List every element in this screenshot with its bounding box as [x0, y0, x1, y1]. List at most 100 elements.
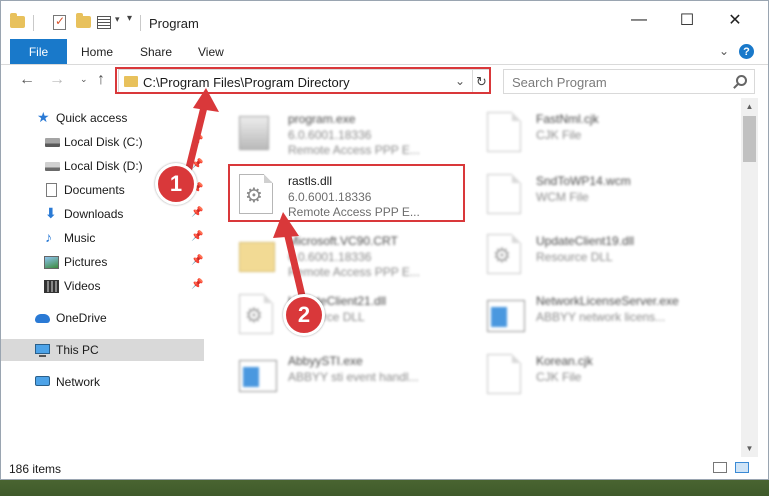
minimize-button[interactable]: — [616, 1, 662, 39]
tab-share[interactable]: Share [140, 45, 172, 59]
file-icon [487, 112, 521, 152]
scroll-up-icon[interactable]: ▲ [741, 98, 758, 115]
scroll-down-icon[interactable]: ▼ [741, 440, 758, 457]
sidebar-item-label: Network [56, 375, 101, 389]
tab-home[interactable]: Home [81, 45, 113, 59]
file-meta: ABBYY sti event handl... [288, 370, 419, 384]
sidebar-item-label: Pictures [64, 255, 108, 269]
search-placeholder[interactable]: Search Program [512, 75, 607, 90]
sidebar-item-pictures[interactable]: Pictures 📌 [1, 251, 204, 273]
sidebar-item-this-pc[interactable]: This PC [1, 339, 204, 361]
sidebar-item-label: Music [64, 231, 96, 245]
details-view-icon[interactable] [713, 462, 727, 473]
file-icon [487, 354, 521, 394]
file-meta: ABBYY network licens... [536, 310, 666, 324]
sidebar-item-label: Downloads [64, 207, 124, 221]
customize-toolbar-icon[interactable]: ▾ [127, 13, 132, 29]
tab-view[interactable]: View [198, 45, 224, 59]
file-name: SndToWP14.wcm [536, 174, 631, 188]
file-name: Korean.cjk [536, 354, 593, 368]
chevron-down-icon[interactable]: ▾ [115, 14, 120, 30]
dll-gear-icon [239, 174, 273, 214]
tiles-view-icon[interactable] [735, 462, 749, 473]
file-meta: CJK File [536, 128, 582, 142]
file-item[interactable]: SndToWP14.wcm WCM File [479, 166, 734, 224]
search-icon[interactable] [736, 75, 747, 86]
pin-icon[interactable]: 📌 [191, 255, 203, 266]
file-meta: 6.0.6001.18336 [288, 190, 372, 204]
application-icon [487, 300, 525, 332]
cloud-icon [35, 314, 50, 323]
maximize-button[interactable]: ☐ [664, 1, 710, 39]
new-folder-icon[interactable] [76, 13, 91, 28]
file-item[interactable]: NetworkLicenseServer.exe ABBYY network l… [479, 286, 734, 344]
sidebar-item-videos[interactable]: Videos 📌 [1, 275, 204, 297]
pin-icon[interactable]: 📌 [191, 159, 203, 170]
sidebar-item-music[interactable]: ♪ Music 📌 [1, 227, 204, 249]
help-button[interactable]: ? [739, 44, 754, 59]
sidebar-item-onedrive[interactable]: OneDrive [1, 307, 204, 329]
item-count: 186 items [9, 462, 62, 476]
file-item[interactable]: Korean.cjk CJK File [479, 346, 734, 404]
sidebar-item-label: Videos [64, 279, 101, 293]
file-item[interactable]: Microsoft.VC90.CRT 6.0.6001.18336 Remote… [231, 226, 486, 284]
folder-icon [239, 242, 275, 272]
file-name: AbbyySTI.exe [288, 354, 363, 368]
file-icon [487, 174, 521, 214]
status-bar: 186 items [1, 457, 768, 479]
download-icon: ⬇ [45, 205, 57, 221]
sidebar-item-downloads[interactable]: ⬇ Downloads 📌 [1, 203, 204, 225]
up-arrow-icon[interactable]: ↑ [97, 71, 105, 89]
vertical-scrollbar[interactable]: ▲ ▼ [741, 98, 758, 457]
file-item[interactable]: FastNml.cjk CJK File [479, 104, 734, 162]
step-badge-2: 2 [283, 294, 325, 336]
file-meta: CJK File [536, 370, 582, 384]
file-item[interactable]: UpdateClient19.dll Resource DLL [479, 226, 734, 284]
navigation-pane: ★ Quick access Local Disk (C:) 📌 Local D… [1, 98, 211, 457]
file-name: NetworkLicenseServer.exe [536, 294, 679, 308]
sidebar-item-label: Local Disk (C:) [64, 135, 143, 149]
navigation-bar: ← → ⌄ ↑ C:\Program Files\Program Directo… [1, 65, 768, 98]
forward-arrow-icon[interactable]: → [49, 71, 65, 89]
file-meta: 6.0.6001.18336 [288, 128, 372, 142]
videos-icon [44, 280, 59, 293]
file-meta: Remote Access PPP E... [288, 143, 420, 157]
pin-icon[interactable]: 📌 [191, 135, 203, 146]
back-arrow-icon[interactable]: ← [19, 71, 35, 89]
window-title: Program [149, 16, 199, 31]
expand-ribbon-icon[interactable]: ⌄ [719, 44, 729, 58]
star-icon: ★ [37, 109, 50, 125]
file-item[interactable]: AbbyySTI.exe ABBYY sti event handl... [231, 346, 486, 404]
file-item[interactable]: program.exe 6.0.6001.18336 Remote Access… [231, 104, 486, 162]
file-item-rastls-dll[interactable]: rastls.dll 6.0.6001.18336 Remote Access … [231, 166, 486, 224]
recent-locations-icon[interactable]: ⌄ [80, 74, 88, 85]
sidebar-item-local-disk-c[interactable]: Local Disk (C:) 📌 [1, 131, 204, 153]
pin-icon[interactable]: 📌 [191, 231, 203, 242]
folder-icon [10, 13, 25, 28]
close-button[interactable]: ✕ [712, 1, 758, 39]
tab-file[interactable]: File [10, 39, 67, 64]
scrollbar-thumb[interactable] [743, 116, 756, 162]
ribbon-tabs: File Home Share View ⌄ ? [1, 39, 768, 65]
dll-gear-icon [239, 294, 273, 334]
properties-icon[interactable] [97, 16, 111, 29]
search-box[interactable]: Search Program [503, 69, 755, 94]
sidebar-item-quick-access[interactable]: ★ Quick access [1, 107, 204, 129]
address-bar[interactable]: C:\Program Files\Program Directory ⌄ ↻ [118, 69, 491, 94]
toolbar-divider [33, 15, 34, 31]
title-bar: ▾ ▾ Program — ☐ ✕ [1, 1, 768, 39]
address-path[interactable]: C:\Program Files\Program Directory [143, 75, 350, 90]
pin-icon[interactable]: 📌 [191, 207, 203, 218]
pin-icon[interactable]: 📌 [191, 279, 203, 290]
file-item[interactable]: UpdateClient21.dll Resource DLL [231, 286, 486, 344]
pictures-icon [44, 256, 59, 269]
file-name: UpdateClient19.dll [536, 234, 635, 248]
exe-file-icon [239, 116, 269, 150]
drive-icon [45, 162, 60, 171]
address-dropdown-icon[interactable]: ⌄ [455, 74, 465, 88]
properties-check-icon[interactable] [53, 14, 66, 30]
refresh-icon[interactable]: ↻ [472, 70, 490, 93]
folder-icon [124, 76, 138, 87]
file-list: program.exe 6.0.6001.18336 Remote Access… [211, 98, 741, 457]
sidebar-item-network[interactable]: Network [1, 371, 204, 393]
